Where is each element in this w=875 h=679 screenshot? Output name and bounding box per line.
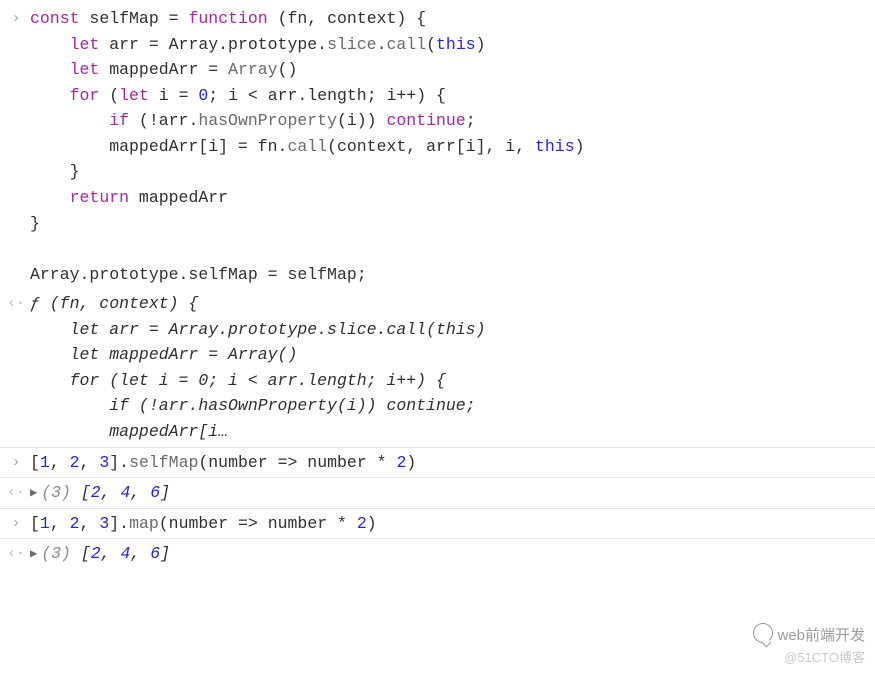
code-content: [1, 2, 3].selfMap(number => number * 2) [30,450,869,476]
expand-icon[interactable]: ▶ [30,545,37,564]
console-output-row: ‹·▶(3) [2, 4, 6] [0,538,875,569]
result-icon: ‹· [2,541,30,565]
watermark-source: @51CTO博客 [784,648,865,668]
prompt-icon: › [2,450,30,474]
console-output-row: ‹·▶(3) [2, 4, 6] [0,477,875,508]
prompt-icon: › [2,6,30,30]
code-content: const selfMap = function (fn, context) {… [30,6,869,287]
code-content: ƒ (fn, context) { let arr = Array.protot… [30,291,869,444]
watermark-wechat: web前端开发 [753,620,865,647]
console-input-row[interactable]: ›[1, 2, 3].map(number => number * 2) [0,508,875,539]
console-input-row[interactable]: ›const selfMap = function (fn, context) … [0,4,875,289]
console-output-row: ‹·ƒ (fn, context) { let arr = Array.prot… [0,289,875,446]
prompt-icon: › [2,511,30,535]
code-content: ▶(3) [2, 4, 6] [30,480,869,506]
result-icon: ‹· [2,291,30,315]
console-input-row[interactable]: ›[1, 2, 3].selfMap(number => number * 2) [0,447,875,478]
code-content: ▶(3) [2, 4, 6] [30,541,869,567]
expand-icon[interactable]: ▶ [30,484,37,503]
console-output-panel: ›const selfMap = function (fn, context) … [0,0,875,573]
result-icon: ‹· [2,480,30,504]
code-content: [1, 2, 3].map(number => number * 2) [30,511,869,537]
